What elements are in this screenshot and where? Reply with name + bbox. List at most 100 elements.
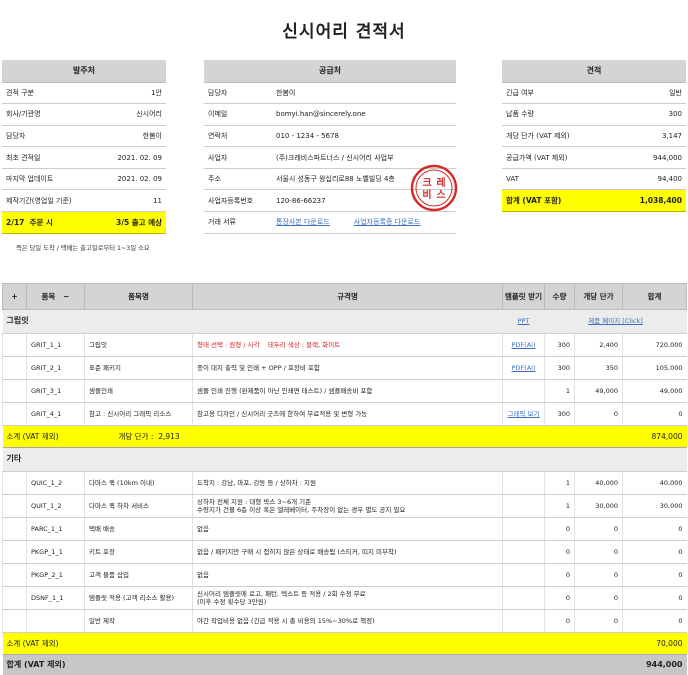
seal-char: 스 (436, 189, 445, 201)
item-spec: 참고용 디자인 / 신시어리 굿즈에 한하여 무료적용 및 변형 가능 (192, 402, 503, 426)
item-unit-price: 0 (574, 540, 623, 564)
table-row: QUIT_1_2 다마스 퀵 하차 서비스 상하차 전체 지원 : 대형 박스 … (2, 494, 687, 518)
item-sum: 105,000 (622, 356, 687, 380)
col-sum-header: 합계 (622, 283, 687, 310)
group-row-grip: 그립잇 PPT 제품 페이지 [Click] (2, 309, 687, 334)
item-sum: 0 (622, 609, 687, 633)
supplier-row: 담당자 한봄이 (204, 82, 456, 105)
group-row-etc: 기타 (2, 447, 687, 472)
field-label: 담당자 (204, 82, 272, 105)
table-row: GRIT_2_1 표준 패키지 종이 대지 출력 및 인쇄 + OPP / 포장… (2, 356, 687, 380)
item-code: QUIC_1_2 (26, 471, 85, 495)
company-seal: 크 레 비 스 (410, 164, 458, 212)
orderer-row: 최초 견적일 2021. 02. 09 (2, 146, 166, 169)
item-name: 표준 패키지 (84, 356, 193, 380)
field-label: 연락처 (204, 125, 272, 148)
item-spec-line: 상하차 전체 지원 : 대형 박스 3~6개 기준 (197, 497, 312, 506)
subtotal-sum: 874,000 (622, 425, 687, 448)
item-spec: 없음 (192, 563, 503, 587)
item-template (502, 379, 545, 403)
ppt-link[interactable]: PPT (518, 317, 530, 325)
order-label: 주문 시 (29, 217, 53, 227)
item-unit-price: 0 (574, 609, 623, 633)
field-label: 회사/기관명 (2, 103, 97, 126)
ship-estimate: 3/5 출고 예상 (96, 211, 166, 234)
bankbook-download-link[interactable]: 통장사본 다운로드 (276, 218, 330, 226)
expand-all-button[interactable]: + (2, 283, 27, 310)
items-header-row: + 품목 − 품목명 규격명 템플릿 받기 수량 개당 단가 합계 (2, 283, 687, 310)
col-template-header: 템플릿 받기 (502, 283, 545, 310)
subtotal-label: 소계 (VAT 제외) (2, 425, 85, 448)
item-unit-price: 2,400 (574, 333, 623, 357)
subtotal-unit-value: 2,913 (158, 431, 180, 441)
field-value: 한봄이 (96, 125, 166, 148)
collapse-all-button[interactable]: − (63, 292, 69, 301)
field-value: 3,147 (610, 125, 686, 148)
item-qty: 0 (544, 517, 575, 541)
item-qty: 1 (544, 471, 575, 495)
items-table: + 품목 − 품목명 규격명 템플릿 받기 수량 개당 단가 합계 그립잇 PP… (2, 283, 687, 675)
total-value: 1,038,400 (610, 189, 686, 213)
grand-total-sum: 944,000 (622, 654, 687, 675)
seal-char: 크 (422, 177, 431, 189)
item-code: GRIT_4_1 (26, 402, 85, 426)
field-label: 개당 단가 (VAT 제외) (502, 125, 611, 148)
item-spec: 없음 (192, 517, 503, 541)
page-title: 신시어리 견적서 (282, 22, 406, 42)
seal-char: 비 (422, 188, 431, 201)
item-qty: 1 (544, 494, 575, 518)
group-name: 그립잇 (2, 309, 503, 334)
item-name: 샘플인쇄 (84, 379, 193, 403)
item-name: 템플릿 적용 (고객 리소스 활용) (84, 586, 193, 610)
business-registration-download-link[interactable]: 사업자등록증 다운로드 (354, 218, 421, 226)
field-value: 944,000 (610, 146, 686, 169)
field-value: 신시어리 (96, 103, 166, 126)
product-page-link[interactable]: 제품 페이지 [Click] (588, 317, 643, 325)
template-download-link[interactable]: PDF(Ai) (512, 364, 536, 372)
subtotal-unit-label: 개당 단가 : (118, 431, 154, 441)
field-value: 1안 (96, 82, 166, 105)
item-code: PKGP_2_1 (26, 563, 85, 587)
supplier-row: 이메일 bomyi.han@sincerely.one (204, 103, 456, 126)
col-unit-header: 개당 단가 (574, 283, 623, 310)
grand-total-row: 합계 (VAT 제외) 944,000 (2, 654, 687, 675)
item-name: 키트 포장 (84, 540, 193, 564)
field-label: 사업자 (204, 146, 272, 169)
template-download-link[interactable]: PDF(Ai) (512, 341, 536, 349)
field-label: 거래 서류 (204, 211, 272, 234)
graphic-view-link[interactable]: 그래픽 보기 (508, 410, 540, 418)
orderer-row: 제작기간(영업일 기준) 11 (2, 189, 166, 213)
item-name: 일반 제작 (84, 609, 193, 633)
table-row: PKGP_2_1 고객 물품 삽입 없음 0 0 0 (2, 563, 687, 587)
field-label: 납품 수량 (502, 103, 611, 126)
field-value: 010 - 1234 - 5678 (272, 125, 456, 148)
item-sum: 720,000 (622, 333, 687, 357)
table-row: GRIT_4_1 참고 : 신시어리 그래픽 리소스 참고용 디자인 / 신시어… (2, 402, 687, 426)
item-code (26, 609, 85, 633)
item-sum: 0 (622, 402, 687, 426)
item-unit-price: 0 (574, 402, 623, 426)
item-code: PKGP_1_1 (26, 540, 85, 564)
estimate-row: 개당 단가 (VAT 제외) 3,147 (502, 125, 686, 148)
item-qty: 0 (544, 586, 575, 610)
table-row: PARC_1_1 택배 배송 없음 0 0 0 (2, 517, 687, 541)
field-value: bomyi.han@sincerely.one (272, 103, 456, 126)
estimate-row: 공급가액 (VAT 제외) 944,000 (502, 146, 686, 169)
field-value: 2021. 02. 09 (96, 146, 166, 169)
item-spec-shape: 형태 선택 : 원형 / 사각 (197, 340, 260, 349)
item-code: PARC_1_1 (26, 517, 85, 541)
orderer-row: 회사/기관명 신시어리 (2, 103, 166, 126)
item-qty: 300 (544, 402, 575, 426)
subtotal-label: 소계 (VAT 제외) (2, 632, 623, 655)
item-spec-line: 신시어리 템플릿에 로고, 패턴, 텍스트 등 적용 / 2회 수정 무료 (197, 589, 366, 598)
item-spec-line: 수령지가 건물 6층 이상 혹은 엘레베이터, 주차장이 없는 경우 별도 공지… (197, 506, 406, 514)
col-name-header: 품목명 (84, 283, 193, 310)
table-row: GRIT_3_1 샘플인쇄 샘플 인쇄 진행 (완제품이 아닌 인쇄면 테스트)… (2, 379, 687, 403)
item-sum: 0 (622, 517, 687, 541)
item-spec-border: 테두리 색상 : 블랙, 화이트 (267, 340, 341, 349)
field-label: 제작기간(영업일 기준) (2, 189, 97, 213)
estimate-row: 납품 수량 300 (502, 103, 686, 126)
item-unit-price: 0 (574, 517, 623, 541)
table-row: PKGP_1_1 키트 포장 없음 / 패키지만 구매 시 접히지 않은 상태로… (2, 540, 687, 564)
item-sum: 40,000 (622, 471, 687, 495)
